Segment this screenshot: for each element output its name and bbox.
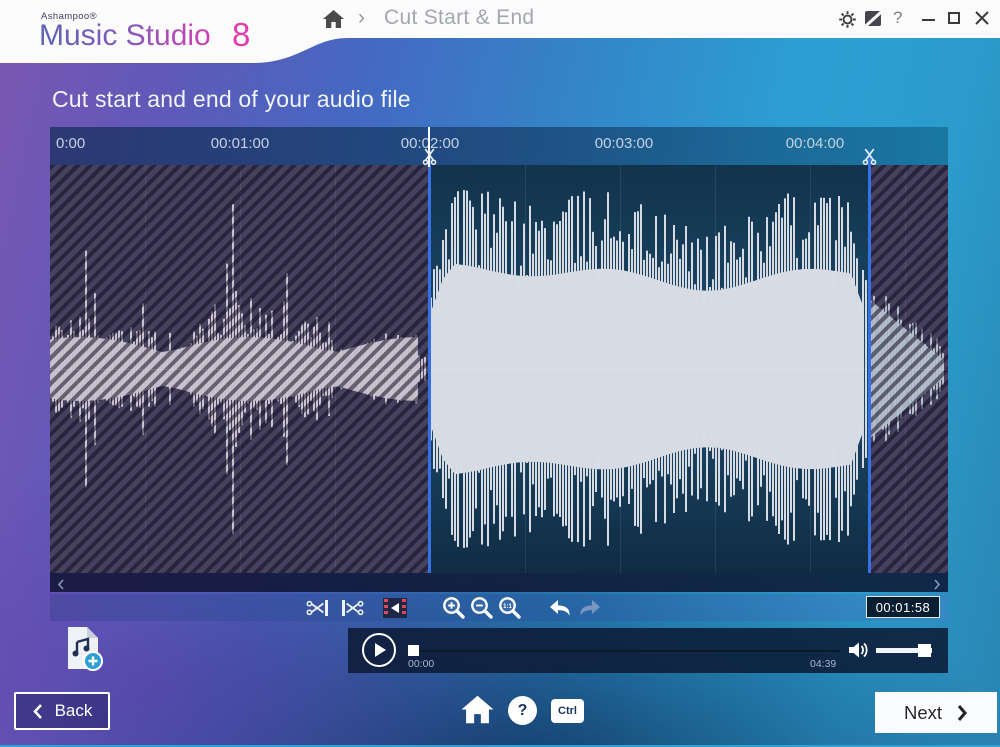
svg-text:1:1: 1:1 (503, 603, 512, 609)
playback-progress-track[interactable] (410, 650, 840, 652)
timeline-label: 00:01:00 (211, 135, 269, 152)
timeline-label: 0:00 (56, 135, 85, 152)
timeline-label: 00:03:00 (595, 135, 653, 152)
elapsed-time: 00:00 (408, 658, 434, 670)
preview-cut-button[interactable] (382, 596, 408, 619)
selection-time-display: 00:01:58 (866, 596, 940, 618)
back-button[interactable]: Back (14, 692, 110, 730)
settings-gear-icon[interactable] (838, 10, 857, 34)
zoom-original-button[interactable]: 1:1 (496, 596, 523, 619)
timeline-label: 00:04:00 (786, 135, 844, 152)
help-icon[interactable]: ? (893, 8, 902, 28)
zoom-out-icon (469, 596, 495, 620)
chevron-right-icon (956, 704, 968, 722)
film-strip-icon (383, 598, 407, 618)
play-left-icon (391, 603, 399, 613)
chevron-right-icon: › (358, 6, 365, 30)
footer-ctrl-badge[interactable]: Ctrl (551, 699, 584, 723)
maximize-icon[interactable] (948, 12, 960, 24)
brand-version: 8 (232, 16, 250, 54)
waveform-panel: 0:0000:01:0000:02:0000:03:0000:04:00 (50, 127, 948, 592)
scroll-right-icon[interactable] (933, 577, 941, 595)
volume-handle[interactable] (918, 644, 931, 657)
page-title: Cut start and end of your audio file (52, 86, 411, 113)
close-icon[interactable] (975, 11, 989, 30)
zoom-out-button[interactable] (468, 596, 495, 619)
brand-product: Music Studio (39, 19, 211, 53)
next-button[interactable]: Next (875, 692, 997, 733)
cut-bar-glyph (325, 600, 328, 616)
play-icon (375, 643, 386, 657)
next-button-label: Next (904, 702, 942, 724)
waveform-scrollbar[interactable] (50, 573, 948, 592)
player-bar: 00:00 04:39 (348, 628, 948, 673)
zoom-in-button[interactable] (440, 596, 467, 619)
chevron-left-icon (32, 703, 43, 720)
scissors-icon-end-cut[interactable] (862, 148, 877, 170)
cut-before-marker-button[interactable] (302, 596, 334, 619)
footer-home-icon[interactable] (460, 694, 495, 730)
play-button[interactable] (362, 633, 396, 667)
undo-button[interactable] (546, 596, 574, 619)
scroll-left-icon[interactable] (57, 577, 65, 595)
edit-toolbar: 1:1 00:01:58 (50, 594, 948, 621)
minimize-icon[interactable] (922, 19, 935, 21)
add-audio-file-button[interactable] (60, 624, 108, 679)
redo-icon (577, 597, 603, 619)
playback-progress-handle[interactable] (408, 645, 419, 656)
feedback-icon[interactable] (865, 11, 881, 26)
cut-marker-line-start-cut[interactable] (428, 151, 431, 573)
waveform-region[interactable] (50, 165, 948, 573)
volume-icon[interactable] (848, 640, 870, 665)
footer-help-button[interactable]: ? (508, 696, 537, 725)
scissors-icon-start-cut[interactable] (422, 148, 437, 170)
app-window: Ashampoo® Music Studio 8 › Cut Start & E… (0, 0, 1000, 747)
back-button-label: Back (55, 701, 93, 721)
redo-button[interactable] (576, 596, 604, 619)
zoom-1to1-icon: 1:1 (497, 596, 523, 620)
cut-after-marker-button[interactable] (336, 596, 368, 619)
undo-icon (547, 597, 573, 619)
timeline-ruler[interactable]: 0:0000:01:0000:02:0000:03:0000:04:00 (50, 127, 948, 165)
cut-marker-line-end-cut[interactable] (868, 151, 871, 573)
waveform-centerline (50, 369, 948, 370)
zoom-in-icon (441, 596, 467, 620)
home-icon[interactable] (322, 9, 345, 34)
total-time: 04:39 (810, 658, 836, 670)
breadcrumb-title: Cut Start & End (384, 6, 534, 30)
